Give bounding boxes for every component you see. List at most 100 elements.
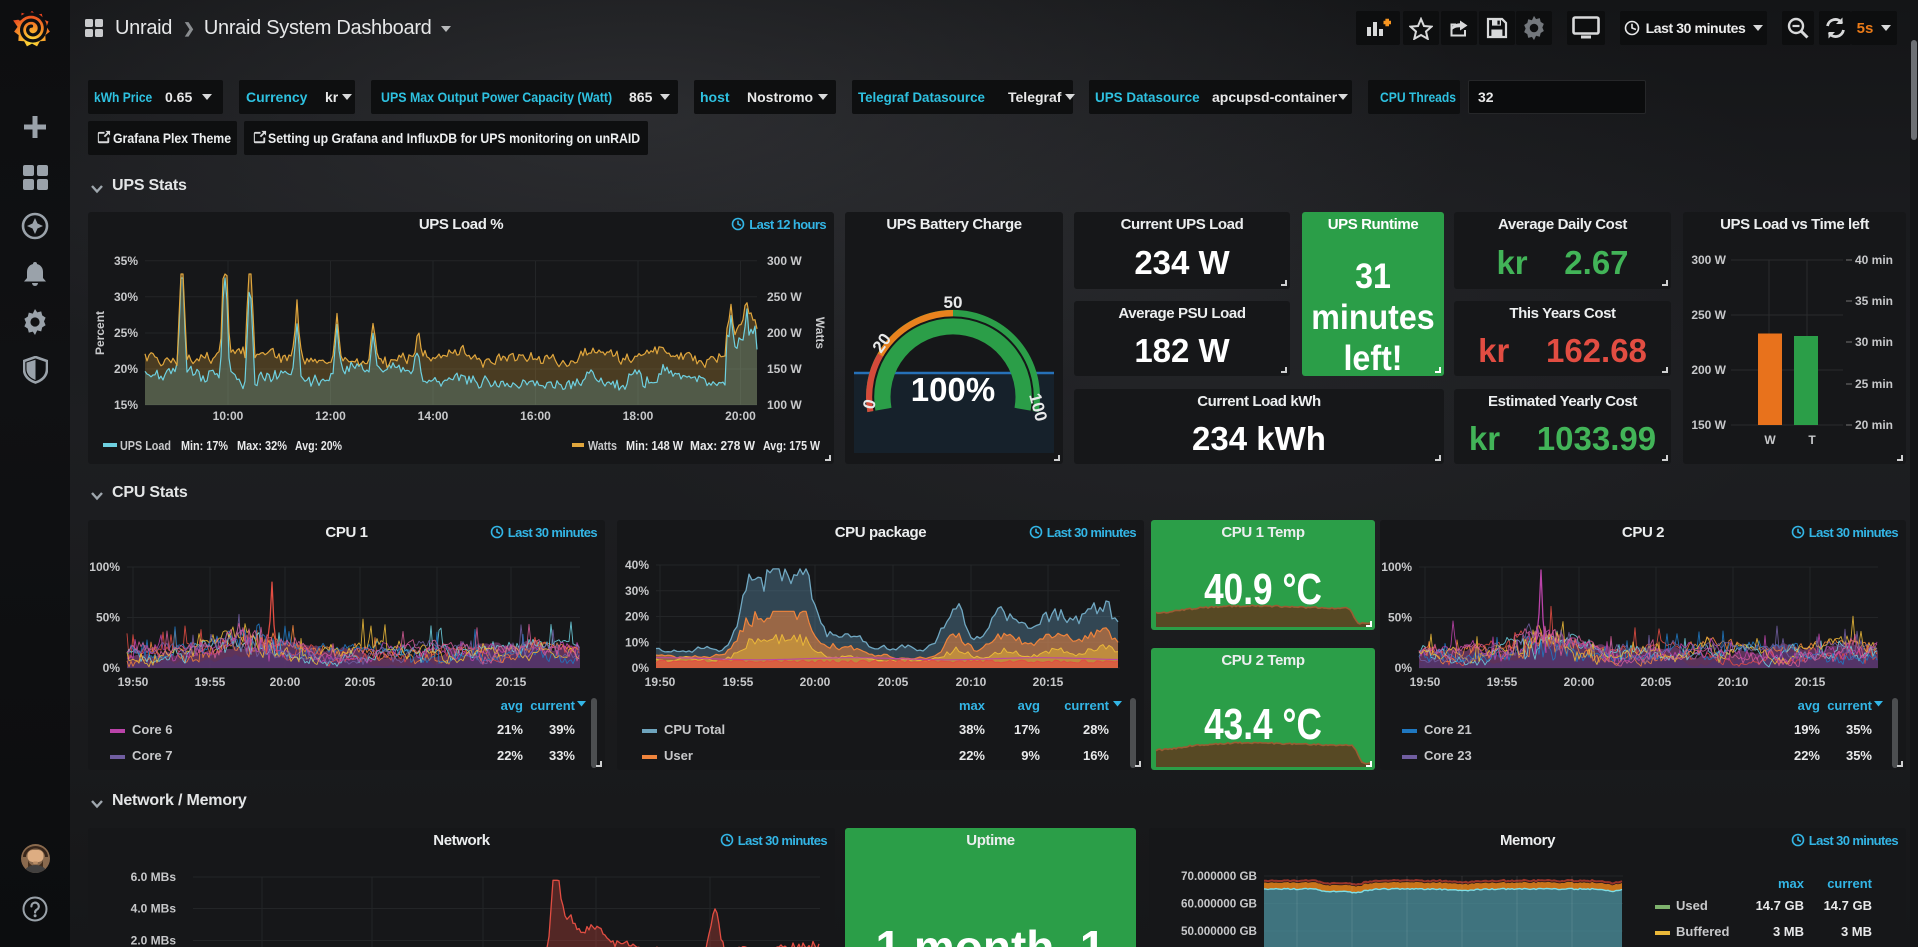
svg-text:50: 50 <box>944 293 963 312</box>
svg-text:20:00: 20:00 <box>270 675 301 689</box>
svg-text:User: User <box>664 748 693 763</box>
svg-text:Max: 278 W: Max: 278 W <box>690 438 756 453</box>
svg-text:3 MB: 3 MB <box>1773 924 1804 939</box>
svg-text:20:10: 20:10 <box>422 675 453 689</box>
svg-text:9%: 9% <box>1021 748 1040 763</box>
svg-text:20:10: 20:10 <box>956 675 987 689</box>
svg-text:60.000000 GB: 60.000000 GB <box>1181 897 1257 911</box>
svg-text:200 W: 200 W <box>1691 363 1726 377</box>
svg-text:50%: 50% <box>1388 611 1412 625</box>
svg-text:20:00: 20:00 <box>725 409 756 423</box>
svg-text:0%: 0% <box>1395 661 1413 675</box>
svg-text:14.7 GB: 14.7 GB <box>1824 898 1872 913</box>
svg-text:current: current <box>1827 698 1872 713</box>
svg-text:20:10: 20:10 <box>1718 675 1749 689</box>
svg-text:15%: 15% <box>114 398 138 412</box>
svg-text:avg: avg <box>1018 698 1040 713</box>
svg-text:25%: 25% <box>114 326 138 340</box>
svg-text:250 W: 250 W <box>1691 308 1726 322</box>
svg-text:2.0 MBs: 2.0 MBs <box>131 934 177 947</box>
svg-text:Avg: 20%: Avg: 20% <box>295 438 342 453</box>
svg-text:200 W: 200 W <box>767 326 802 340</box>
svg-text:avg: avg <box>501 698 523 713</box>
svg-text:38%: 38% <box>959 722 985 737</box>
svg-text:35%: 35% <box>1846 722 1872 737</box>
svg-text:39%: 39% <box>549 722 575 737</box>
svg-text:20:15: 20:15 <box>1033 675 1064 689</box>
svg-text:30%: 30% <box>625 584 649 598</box>
svg-text:19%: 19% <box>1794 722 1820 737</box>
svg-text:0%: 0% <box>103 661 121 675</box>
svg-text:17%: 17% <box>1014 722 1040 737</box>
svg-text:22%: 22% <box>1794 748 1820 763</box>
svg-text:250 W: 250 W <box>767 290 802 304</box>
svg-text:current: current <box>1064 698 1109 713</box>
svg-text:12:00: 12:00 <box>315 409 346 423</box>
svg-text:Min: 148 W: Min: 148 W <box>626 438 684 453</box>
svg-text:CPU Total: CPU Total <box>664 722 725 737</box>
svg-text:W: W <box>1764 433 1776 447</box>
svg-text:Watts: Watts <box>813 317 827 350</box>
svg-text:20 min: 20 min <box>1855 418 1893 432</box>
svg-text:UPS Load: UPS Load <box>120 438 171 453</box>
svg-text:50%: 50% <box>96 611 120 625</box>
svg-text:Max: 32%: Max: 32% <box>237 438 287 453</box>
svg-text:20%: 20% <box>625 610 649 624</box>
svg-text:10:00: 10:00 <box>213 409 244 423</box>
svg-text:100%: 100% <box>1381 560 1412 574</box>
svg-text:Avg: 175 W: Avg: 175 W <box>763 438 821 453</box>
svg-text:max: max <box>959 698 986 713</box>
svg-text:70.000000 GB: 70.000000 GB <box>1181 869 1257 883</box>
svg-text:Core 6: Core 6 <box>132 722 172 737</box>
svg-text:100%: 100% <box>911 371 995 408</box>
svg-text:14:00: 14:00 <box>418 409 449 423</box>
svg-text:150 W: 150 W <box>767 362 802 376</box>
svg-text:Core 21: Core 21 <box>1424 722 1472 737</box>
svg-text:Percent: Percent <box>93 311 107 355</box>
svg-text:33%: 33% <box>549 748 575 763</box>
svg-text:avg: avg <box>1798 698 1820 713</box>
svg-text:20:05: 20:05 <box>878 675 909 689</box>
svg-text:18:00: 18:00 <box>623 409 654 423</box>
svg-text:100%: 100% <box>89 560 120 574</box>
svg-text:20:05: 20:05 <box>1641 675 1672 689</box>
svg-text:3 MB: 3 MB <box>1841 924 1872 939</box>
svg-text:19:50: 19:50 <box>645 675 676 689</box>
svg-text:22%: 22% <box>497 748 523 763</box>
svg-text:Watts: Watts <box>588 438 617 453</box>
svg-text:28%: 28% <box>1083 722 1109 737</box>
svg-text:Core 23: Core 23 <box>1424 748 1472 763</box>
svg-text:50.000000 GB: 50.000000 GB <box>1181 924 1257 938</box>
svg-text:19:55: 19:55 <box>195 675 226 689</box>
svg-text:22%: 22% <box>959 748 985 763</box>
svg-text:19:50: 19:50 <box>118 675 149 689</box>
svg-text:current: current <box>1827 876 1872 891</box>
svg-text:30 min: 30 min <box>1855 335 1893 349</box>
svg-text:0%: 0% <box>632 661 650 675</box>
svg-text:25 min: 25 min <box>1855 377 1893 391</box>
svg-text:20:00: 20:00 <box>800 675 831 689</box>
svg-text:14.7 GB: 14.7 GB <box>1756 898 1804 913</box>
svg-text:6.0 MBs: 6.0 MBs <box>131 870 177 884</box>
svg-text:10%: 10% <box>625 635 649 649</box>
svg-text:150 W: 150 W <box>1691 418 1726 432</box>
svg-text:19:50: 19:50 <box>1410 675 1441 689</box>
svg-text:Used: Used <box>1676 898 1708 913</box>
svg-text:20:15: 20:15 <box>496 675 527 689</box>
svg-text:16%: 16% <box>1083 748 1109 763</box>
svg-text:40 min: 40 min <box>1855 253 1893 267</box>
svg-text:T: T <box>1808 433 1816 447</box>
svg-text:20%: 20% <box>114 362 138 376</box>
svg-text:Min: 17%: Min: 17% <box>181 438 228 453</box>
svg-text:Buffered: Buffered <box>1676 924 1730 939</box>
svg-text:4.0 MBs: 4.0 MBs <box>131 902 177 916</box>
svg-text:20:15: 20:15 <box>1795 675 1826 689</box>
svg-text:35%: 35% <box>114 254 138 268</box>
svg-text:40%: 40% <box>625 558 649 572</box>
svg-text:300 W: 300 W <box>1691 253 1726 267</box>
svg-text:300 W: 300 W <box>767 254 802 268</box>
svg-text:35 min: 35 min <box>1855 294 1893 308</box>
svg-text:20:05: 20:05 <box>345 675 376 689</box>
svg-text:21%: 21% <box>497 722 523 737</box>
svg-text:16:00: 16:00 <box>520 409 551 423</box>
